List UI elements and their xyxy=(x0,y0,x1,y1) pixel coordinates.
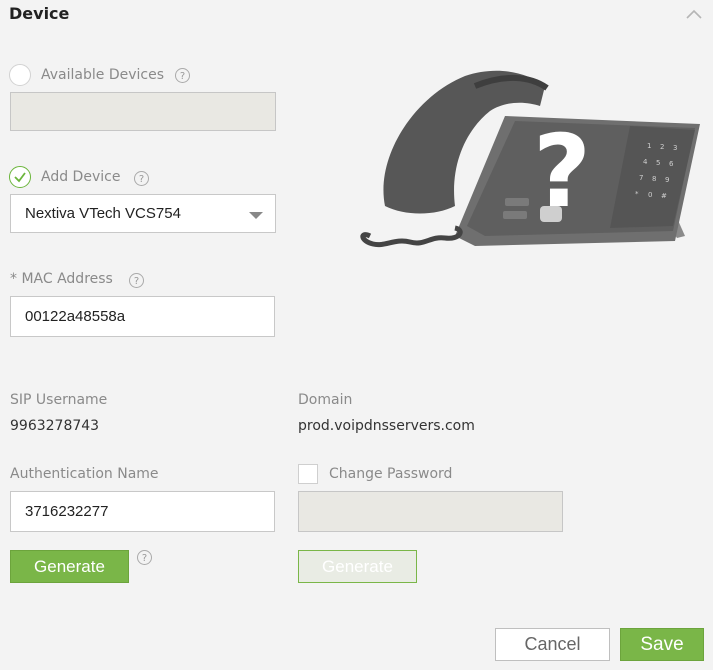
svg-text:?: ? xyxy=(533,113,591,230)
change-password-checkbox[interactable] xyxy=(298,464,318,484)
svg-text:0: 0 xyxy=(648,191,652,199)
help-icon[interactable]: ? xyxy=(129,273,144,288)
sip-username-label: SIP Username xyxy=(10,392,108,408)
svg-text:#: # xyxy=(661,192,667,200)
help-icon[interactable]: ? xyxy=(134,171,149,186)
svg-text:7: 7 xyxy=(639,174,643,182)
section-title: Device xyxy=(9,4,70,23)
sip-username-value: 9963278743 xyxy=(10,418,100,434)
mac-address-label: * MAC Address xyxy=(10,271,113,287)
svg-text:*: * xyxy=(635,190,639,198)
svg-text:1: 1 xyxy=(647,142,651,150)
domain-value: prod.voipdnsservers.com xyxy=(298,418,475,434)
svg-text:9: 9 xyxy=(665,176,669,184)
domain-label: Domain xyxy=(298,392,353,408)
authentication-name-input[interactable]: 3716232277 xyxy=(10,491,275,532)
add-device-radio[interactable] xyxy=(9,166,31,188)
chevron-up-icon[interactable] xyxy=(684,6,704,22)
svg-text:2: 2 xyxy=(660,143,664,151)
cancel-button[interactable]: Cancel xyxy=(495,628,610,661)
available-devices-label: Available Devices xyxy=(41,67,164,83)
generate-auth-button[interactable]: Generate xyxy=(10,550,129,583)
password-input xyxy=(298,491,563,532)
svg-text:3: 3 xyxy=(673,144,677,152)
available-devices-select xyxy=(10,92,276,131)
device-model-select[interactable]: Nextiva VTech VCS754 xyxy=(10,194,276,233)
chevron-down-icon xyxy=(249,212,263,219)
checkmark-icon xyxy=(14,172,26,183)
svg-text:8: 8 xyxy=(652,175,656,183)
help-icon[interactable]: ? xyxy=(137,550,152,565)
svg-text:6: 6 xyxy=(669,160,674,168)
save-button[interactable]: Save xyxy=(620,628,704,661)
add-device-label: Add Device xyxy=(41,169,121,185)
desk-phone-unknown-icon: 1 2 3 45 6 7 8 9 * 0 # ? xyxy=(360,70,700,248)
mac-address-input[interactable]: 00122a48558a xyxy=(10,296,275,337)
change-password-label: Change Password xyxy=(329,466,453,482)
svg-text:5: 5 xyxy=(656,159,660,167)
generate-password-button[interactable]: Generate xyxy=(298,550,417,583)
help-icon[interactable]: ? xyxy=(175,68,190,83)
svg-text:4: 4 xyxy=(643,158,648,166)
device-model-value: Nextiva VTech VCS754 xyxy=(25,205,181,222)
authentication-name-label: Authentication Name xyxy=(10,466,159,482)
available-devices-radio[interactable] xyxy=(9,64,31,86)
